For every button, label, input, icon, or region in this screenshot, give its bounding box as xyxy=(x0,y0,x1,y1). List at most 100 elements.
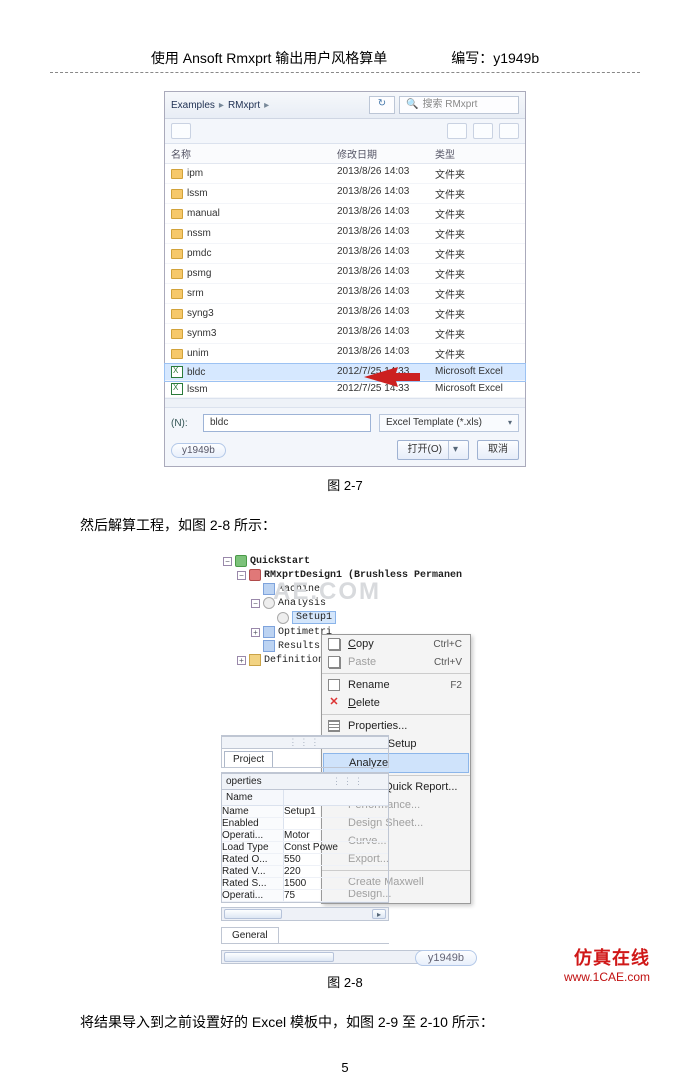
doc-title: 使用 Ansoft Rmxprt 输出用户风格算单 xyxy=(151,48,387,68)
scroll-thumb[interactable] xyxy=(224,909,282,919)
page-header: 使用 Ansoft Rmxprt 输出用户风格算单 编写：y1949b xyxy=(0,0,690,68)
list-item[interactable]: lssm2012/7/25 14:33Microsoft Excel xyxy=(165,381,525,398)
table-row[interactable]: Load TypeConst Powe xyxy=(222,842,388,854)
file-list: ipm2013/8/26 14:03文件夹 lssm2013/8/26 14:0… xyxy=(165,164,525,398)
list-item[interactable]: psmg2013/8/26 14:03文件夹 xyxy=(165,264,525,284)
excel-icon xyxy=(171,366,183,378)
tree-node-machine[interactable]: Machine xyxy=(223,582,467,596)
tree-node-analysis[interactable]: −Analysis xyxy=(223,596,467,610)
search-input[interactable]: 🔍 搜索 RMxprt xyxy=(399,96,519,114)
help-button[interactable] xyxy=(499,123,519,139)
dialog-footer: (N): bldc Excel Template (*.xls)▾ y1949b… xyxy=(165,408,525,466)
collapse-icon[interactable]: − xyxy=(237,571,246,580)
expand-icon[interactable]: + xyxy=(237,656,246,665)
toolbar-button[interactable] xyxy=(171,123,191,139)
scroll-right-icon[interactable]: ▸ xyxy=(372,909,386,919)
view-button[interactable] xyxy=(447,123,467,139)
search-icon: 🔍 xyxy=(406,97,418,113)
menu-copy[interactable]: CopyCtrl+C xyxy=(322,635,470,653)
col-type[interactable]: 类型 xyxy=(431,144,525,163)
filetype-combo[interactable]: Excel Template (*.xls)▾ xyxy=(379,414,519,432)
paste-icon xyxy=(328,656,340,668)
list-item[interactable]: synm32013/8/26 14:03文件夹 xyxy=(165,324,525,344)
list-item[interactable]: ipm2013/8/26 14:03文件夹 xyxy=(165,164,525,184)
page-number: 5 xyxy=(0,1060,690,1075)
tree-node-setup[interactable]: Setup1 xyxy=(223,610,467,625)
general-tabstrip: General xyxy=(221,927,389,944)
list-item[interactable]: lssm2013/8/26 14:03文件夹 xyxy=(165,184,525,204)
grip-icon[interactable]: ⋮⋮⋮ xyxy=(288,737,321,748)
table-row[interactable]: NameSetup1 xyxy=(222,806,388,818)
figure-2-7: Examples ▸ RMxprt ▸ ↻ 🔍 搜索 RMxprt 名称 修改日… xyxy=(164,91,526,467)
table-row[interactable]: Operati...75 xyxy=(222,890,388,902)
search-hint: 搜索 RMxprt xyxy=(422,97,477,113)
setup-icon xyxy=(277,612,289,624)
scroll-thumb[interactable] xyxy=(224,952,334,962)
table-row[interactable]: Operati...Motor xyxy=(222,830,388,842)
tab-general[interactable]: General xyxy=(221,927,279,943)
figure-caption: 图 2-7 xyxy=(0,475,690,494)
body-paragraph: 将结果导入到之前设置好的 Excel 模板中，如图 2-9 至 2-10 所示： xyxy=(52,1011,638,1033)
breadcrumb-1[interactable]: Examples xyxy=(171,100,215,111)
folder-icon xyxy=(171,249,183,259)
menu-paste: PasteCtrl+V xyxy=(322,653,470,671)
chevron-down-icon: ▾ xyxy=(508,415,512,431)
list-item-selected[interactable]: bldc2012/7/25 14:33Microsoft Excel xyxy=(165,364,525,381)
column-headers: 名称 修改日期 类型 xyxy=(165,144,525,164)
properties-table: Name NameSetup1 Enabled Operati...Motor … xyxy=(221,790,389,903)
dialog-gap xyxy=(165,398,525,408)
file-dialog: Examples ▸ RMxprt ▸ ↻ 🔍 搜索 RMxprt 名称 修改日… xyxy=(164,91,526,467)
chevron-right-icon: ▸ xyxy=(219,100,224,111)
breadcrumb-2[interactable]: RMxprt xyxy=(228,100,260,111)
col-name: Name xyxy=(222,790,284,805)
lower-panels: ⋮⋮⋮ Project operties ⋮⋮⋮ Name NameSetup1… xyxy=(221,727,389,944)
col-name[interactable]: 名称 xyxy=(165,144,333,163)
analysis-icon xyxy=(263,597,275,609)
copy-icon xyxy=(328,638,340,650)
grip-icon[interactable]: ⋮⋮⋮ xyxy=(332,776,365,787)
refresh-button[interactable]: ↻ xyxy=(369,96,395,114)
folder-icon xyxy=(249,654,261,666)
chevron-down-icon[interactable]: ▾ xyxy=(448,441,458,459)
filename-input[interactable]: bldc xyxy=(203,414,371,432)
list-item[interactable]: unim2013/8/26 14:03文件夹 xyxy=(165,344,525,364)
expand-icon[interactable]: + xyxy=(251,628,260,637)
list-item[interactable]: syng32013/8/26 14:03文件夹 xyxy=(165,304,525,324)
view-button[interactable] xyxy=(473,123,493,139)
menu-delete[interactable]: ✕Delete xyxy=(322,694,470,712)
results-icon xyxy=(263,640,275,652)
tree-node-root[interactable]: −QuickStart xyxy=(223,554,467,568)
folder-icon xyxy=(171,309,183,319)
chevron-right-icon: ▸ xyxy=(264,100,269,111)
folder-icon xyxy=(171,189,183,199)
menu-rename[interactable]: RenameF2 xyxy=(322,673,470,694)
tab-project[interactable]: Project xyxy=(224,751,273,767)
table-row[interactable]: Enabled xyxy=(222,818,388,830)
dialog-address-bar: Examples ▸ RMxprt ▸ ↻ 🔍 搜索 RMxprt xyxy=(165,92,525,119)
collapse-icon[interactable]: − xyxy=(223,557,232,566)
list-item[interactable]: nssm2013/8/26 14:03文件夹 xyxy=(165,224,525,244)
cancel-button[interactable]: 取消 xyxy=(477,440,519,460)
col-date[interactable]: 修改日期 xyxy=(333,144,431,163)
h-scrollbar[interactable]: ▸ xyxy=(221,907,389,921)
folder-icon xyxy=(171,169,183,179)
collapse-icon[interactable]: − xyxy=(251,599,260,608)
delete-icon: ✕ xyxy=(328,697,340,709)
header-rule xyxy=(50,72,640,73)
list-item[interactable]: pmdc2013/8/26 14:03文件夹 xyxy=(165,244,525,264)
list-item[interactable]: srm2013/8/26 14:03文件夹 xyxy=(165,284,525,304)
rename-icon xyxy=(328,679,340,691)
table-row[interactable]: Rated V...220 xyxy=(222,866,388,878)
table-row[interactable]: Rated O...550 xyxy=(222,854,388,866)
properties-label: operties xyxy=(222,774,266,789)
list-item[interactable]: manual2013/8/26 14:03文件夹 xyxy=(165,204,525,224)
author-tag: y1949b xyxy=(171,443,226,458)
tree-node-design[interactable]: −RMxprtDesign1 (Brushless Permanen xyxy=(223,568,467,582)
page-footer: 仿真在线 www.1CAE.com xyxy=(564,944,650,984)
author-tag: y1949b xyxy=(415,950,477,966)
table-row[interactable]: Rated S...1500 xyxy=(222,878,388,890)
figure-2-8: AE.COM −QuickStart −RMxprtDesign1 (Brush… xyxy=(221,552,469,964)
excel-icon xyxy=(171,383,183,395)
open-button[interactable]: 打开(O)▾ xyxy=(397,440,469,460)
properties-panel-head: operties ⋮⋮⋮ xyxy=(221,772,389,790)
